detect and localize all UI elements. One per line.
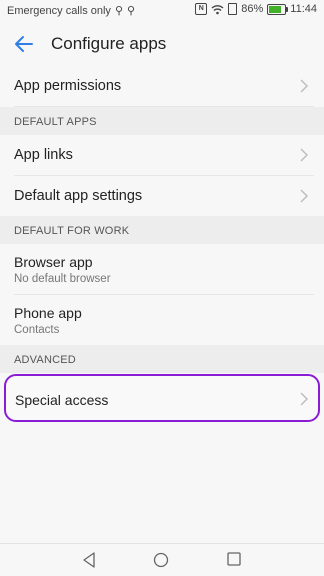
- phone-app-item[interactable]: Phone app Contacts: [14, 295, 314, 345]
- status-bar: Emergency calls only ⚲ ⚲ N 86% 11:44: [0, 0, 324, 22]
- item-label: Phone app: [14, 305, 82, 321]
- status-left: Emergency calls only ⚲ ⚲: [7, 4, 136, 18]
- page-title: Configure apps: [51, 34, 167, 53]
- nfc-icon: N: [195, 3, 208, 15]
- item-label: Default app settings: [14, 188, 143, 204]
- item-subtitle: Contacts: [14, 324, 60, 336]
- clock: 11:44: [290, 3, 317, 15]
- app-permissions-item[interactable]: App permissions: [14, 66, 314, 107]
- navigation-bar: [0, 543, 324, 576]
- usb-icon: ⚲: [114, 5, 123, 17]
- battery-icon: [267, 3, 289, 15]
- app-links-item[interactable]: App links: [14, 135, 314, 176]
- chevron-right-icon: [300, 79, 308, 93]
- nav-recent-icon[interactable]: [227, 552, 241, 566]
- sim-icon: [228, 3, 238, 15]
- battery-percent: 86%: [241, 3, 264, 15]
- item-label: Browser app: [14, 254, 93, 270]
- chevron-right-icon: [300, 148, 308, 162]
- status-right: N 86% 11:44: [191, 3, 317, 15]
- item-label: Special access: [15, 392, 109, 408]
- app-bar: Configure apps: [0, 22, 324, 66]
- back-arrow-icon[interactable]: [14, 34, 34, 54]
- browser-app-item[interactable]: Browser app No default browser: [14, 244, 314, 295]
- special-access-item[interactable]: Special access: [4, 374, 320, 422]
- chevron-right-icon: [300, 189, 308, 203]
- nav-home-icon[interactable]: [153, 552, 169, 568]
- usb-icon: ⚲: [127, 5, 136, 17]
- settings-list: App permissions DEFAULT APPS App links D…: [0, 66, 324, 373]
- carrier-text: Emergency calls only: [7, 4, 111, 17]
- item-label: App links: [14, 147, 73, 163]
- item-label: App permissions: [14, 78, 122, 94]
- wifi-icon: [211, 4, 224, 14]
- item-subtitle: No default browser: [14, 273, 111, 285]
- section-default-apps: DEFAULT APPS: [0, 107, 324, 135]
- default-app-settings-item[interactable]: Default app settings: [14, 176, 314, 216]
- nav-back-icon[interactable]: [82, 552, 96, 568]
- chevron-right-icon: [300, 392, 308, 406]
- section-default-for-work: DEFAULT FOR WORK: [0, 216, 324, 244]
- section-advanced: ADVANCED: [0, 345, 324, 373]
